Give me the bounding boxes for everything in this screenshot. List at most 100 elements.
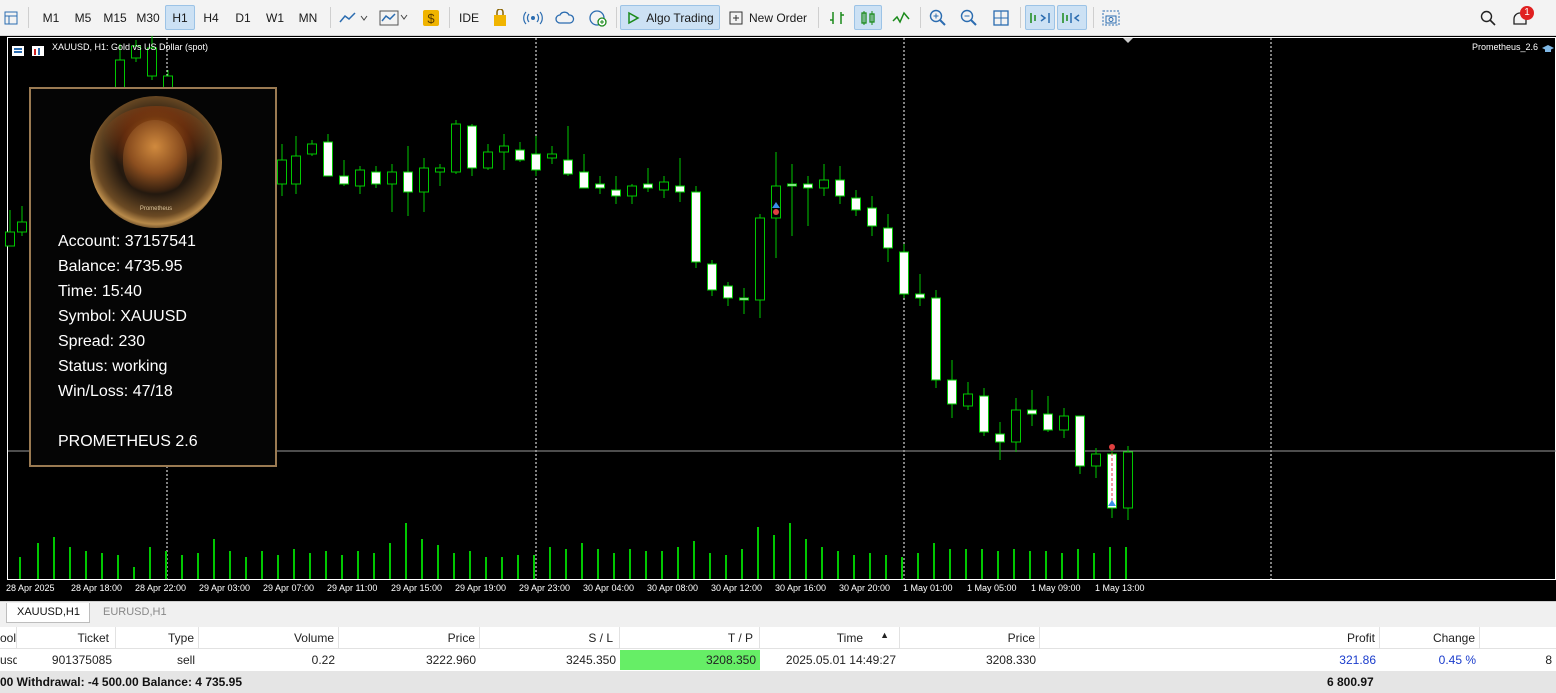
- col-ticket[interactable]: Ticket: [17, 627, 116, 648]
- market-dollar-icon[interactable]: $: [420, 5, 442, 30]
- volume-bar: [549, 547, 551, 579]
- timeframe-m30[interactable]: M30: [132, 5, 164, 30]
- bearish-candle: [563, 159, 573, 175]
- search-icon[interactable]: [1476, 5, 1500, 30]
- community-icon[interactable]: [585, 5, 611, 30]
- timeframe-h4[interactable]: H4: [196, 5, 226, 30]
- bullish-candle: [387, 171, 397, 185]
- zoom-in-icon[interactable]: [925, 5, 951, 30]
- col-volume[interactable]: Volume: [199, 627, 339, 648]
- ide-button[interactable]: IDE: [455, 5, 483, 30]
- bullish-candle: [355, 169, 365, 187]
- vps-cloud-icon[interactable]: [552, 5, 578, 30]
- volume-bar: [373, 553, 375, 579]
- col-time[interactable]: Time ▲: [760, 627, 900, 648]
- balance-line: Balance: 4735.95: [58, 258, 183, 275]
- col-profit[interactable]: Profit: [1040, 627, 1380, 648]
- terminal-window: M1 M5 M15 M30 H1 H4 D1 W1 MN $ IDE Algo …: [0, 0, 1556, 693]
- tab-eurusd-h1[interactable]: EURUSD,H1: [93, 603, 177, 623]
- volume-bar: [709, 553, 711, 579]
- timeframe-mn[interactable]: MN: [292, 5, 324, 30]
- time-axis-label: 1 May 05:00: [967, 583, 1017, 593]
- col-take-profit[interactable]: T / P: [620, 627, 760, 648]
- bearish-candle: [931, 297, 941, 381]
- algo-trading-button[interactable]: Algo Trading: [620, 5, 720, 30]
- volume-bar: [981, 549, 983, 579]
- volume-bar: [917, 553, 919, 579]
- market-bag-icon[interactable]: [488, 5, 512, 30]
- cell-take-profit[interactable]: 3208.350: [620, 650, 760, 670]
- bullish-candle: [291, 155, 301, 185]
- volume-bar: [293, 549, 295, 579]
- col-price[interactable]: Price: [339, 627, 480, 648]
- new-order-button[interactable]: New Order: [724, 5, 812, 30]
- bar-chart-icon[interactable]: [824, 5, 850, 30]
- spread-line: Spread: 230: [58, 333, 146, 350]
- time-axis-label: 30 Apr 12:00: [711, 583, 763, 593]
- volume-bar: [37, 543, 39, 579]
- cell-current-price: 3208.330: [985, 653, 1036, 667]
- bearish-candle: [323, 141, 333, 177]
- line-chart-icon[interactable]: [888, 5, 914, 30]
- volume-bar: [133, 567, 135, 579]
- notification-badge: 1: [1520, 6, 1534, 20]
- expert-advisor-label[interactable]: Prometheus_2.6: [1472, 42, 1538, 52]
- timeframe-m5[interactable]: M5: [68, 5, 98, 30]
- main-toolbar: M1 M5 M15 M30 H1 H4 D1 W1 MN $ IDE Algo …: [0, 0, 1556, 36]
- tile-windows-icon[interactable]: [988, 5, 1014, 30]
- zoom-out-icon[interactable]: [956, 5, 982, 30]
- timeframe-w1[interactable]: W1: [260, 5, 290, 30]
- time-line: Time: 15:40: [58, 283, 142, 300]
- volume-bar: [405, 523, 407, 579]
- volume-bar: [997, 551, 999, 579]
- timeframe-m1[interactable]: M1: [36, 5, 66, 30]
- volume-bar: [901, 557, 903, 579]
- signals-icon[interactable]: [520, 5, 546, 30]
- col-symbol[interactable]: ool: [0, 627, 17, 648]
- volume-bar: [261, 551, 263, 579]
- chart-type-icon[interactable]: [336, 5, 372, 30]
- volume-bar: [565, 549, 567, 579]
- bearish-candle: [339, 175, 349, 185]
- menu-icon[interactable]: [0, 5, 22, 30]
- timeframe-m15[interactable]: M15: [99, 5, 131, 30]
- timeframe-d1[interactable]: D1: [228, 5, 258, 30]
- candlestick-chart-icon[interactable]: [854, 5, 882, 30]
- bullish-candle: [1123, 451, 1133, 509]
- timeframe-h1[interactable]: H1: [165, 5, 195, 30]
- indicators-icon[interactable]: [376, 5, 412, 30]
- price-chart[interactable]: XAUUSD, H1: Gold vs US Dollar (spot) Pro…: [0, 36, 1556, 601]
- col-current-price[interactable]: Price: [900, 627, 1040, 648]
- screenshot-camera-icon[interactable]: [1098, 5, 1124, 30]
- volume-bar: [101, 553, 103, 579]
- bullish-candle: [451, 123, 461, 173]
- col-change[interactable]: Change: [1380, 627, 1480, 648]
- bearish-candle: [611, 189, 621, 197]
- volume-bar: [453, 553, 455, 579]
- volume-bar: [789, 523, 791, 579]
- notifications-icon[interactable]: 1: [1506, 5, 1534, 30]
- chart-title: XAUUSD, H1: Gold vs US Dollar (spot): [52, 42, 209, 52]
- volume-bar: [1125, 547, 1127, 579]
- bearish-candle: [739, 297, 749, 301]
- sell-entry-marker: [1109, 444, 1115, 450]
- bearish-candle: [531, 153, 541, 171]
- chart-shift-icon[interactable]: [1057, 5, 1087, 30]
- cell-change: 0.45 %: [1438, 653, 1476, 667]
- bullish-candle: [483, 151, 493, 169]
- volume-bar: [533, 555, 535, 579]
- bullish-candle: [499, 145, 509, 153]
- bullish-candle: [627, 185, 637, 197]
- cell-stop-loss[interactable]: 3245.350: [480, 650, 620, 670]
- col-type[interactable]: Type: [116, 627, 199, 648]
- auto-scroll-icon[interactable]: [1025, 5, 1055, 30]
- bearish-candle: [691, 191, 701, 263]
- account-line: Account: 37157541: [58, 233, 196, 250]
- volume-bar: [469, 551, 471, 579]
- bullish-candle: [1011, 409, 1021, 443]
- volume-bar: [277, 555, 279, 579]
- col-stop-loss[interactable]: S / L: [480, 627, 620, 648]
- tab-xauusd-h1[interactable]: XAUUSD,H1: [6, 603, 90, 623]
- volume-bar: [213, 539, 215, 579]
- chart-shift-marker: [1123, 38, 1133, 43]
